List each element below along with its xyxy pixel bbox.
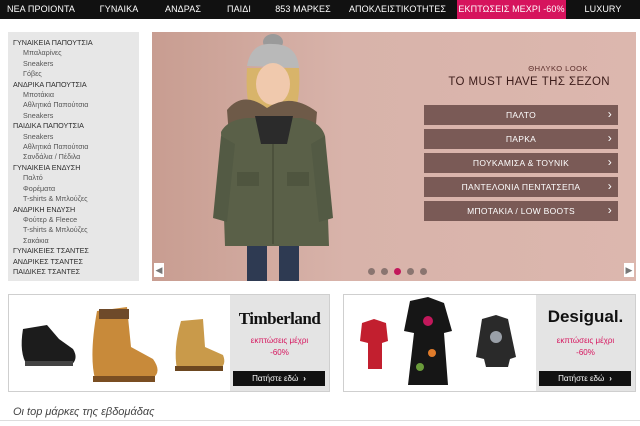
sidebar-item[interactable]: Μπαλαρίνες: [13, 48, 139, 58]
sidebar-item[interactable]: Αθλητικά Παπούτσια: [13, 100, 139, 110]
sidebar-cat-kids-shoes[interactable]: ΠΑΙΔΙΚΑ ΠΑΠΟΥΤΣΙΑ: [13, 121, 139, 131]
nav-kids[interactable]: ΠΑΙΔΙ: [210, 0, 268, 19]
promo-discount-value: -60%: [270, 348, 289, 357]
promo-panel: Timberland εκπτώσεις μέχρι -60% Πατήστε …: [230, 295, 329, 391]
sidebar-item[interactable]: Μποτάκια: [13, 90, 139, 100]
chevron-right-icon: ›: [607, 179, 612, 193]
nav-new-products[interactable]: ΝΕΑ ΠΡΟΙΟΝΤΑ: [0, 0, 82, 19]
nav-men[interactable]: ΑΝΔΡΑΣ: [156, 0, 210, 19]
model-photo: [213, 34, 333, 281]
weekly-brands-heading: Οι top μάρκες της εβδομάδας: [13, 406, 155, 418]
sidebar-item[interactable]: T-shirts & Μπλούζες: [13, 225, 139, 235]
promo-discount-text: εκπτώσεις μέχρι: [250, 336, 309, 345]
nav-luxury[interactable]: LUXURY: [566, 0, 640, 19]
category-sidebar: ΓΥΝΑΙΚΕΙΑ ΠΑΠΟΥΤΣΙΑ Μπαλαρίνες Sneakers …: [8, 32, 139, 281]
hero-tagline: ΘΗΛΥΚΟ LOOK: [528, 64, 588, 73]
chevron-right-icon: ›: [607, 203, 612, 217]
promo-cta-label: Πατήστε εδώ: [252, 374, 299, 383]
hero-button-label: ΠΑΝΤΕΛΟΝΙΑ ΠΕΝΤΑΤΣΕΠΑ: [461, 182, 581, 192]
sidebar-item[interactable]: T-shirts & Μπλούζες: [13, 194, 139, 204]
sidebar-item[interactable]: Σανδάλια / Πέδιλα: [13, 152, 139, 162]
hero-banner[interactable]: ΘΗΛΥΚΟ LOOK TO MUST HAVE ΤΗΣ ΣΕΖΟΝ ΠΑΛΤΟ…: [152, 32, 636, 281]
nav-brands[interactable]: 853 ΜΑΡΚΕΣ: [268, 0, 338, 19]
hero-button-label: ΠΟΥΚΑΜΙΣΑ & ΤΟΥΝΙΚ: [472, 158, 570, 168]
slider-dot[interactable]: [420, 268, 427, 275]
promo-cta-button[interactable]: Πατήστε εδώ ›: [539, 371, 631, 386]
sidebar-item[interactable]: Φορέματα: [13, 184, 139, 194]
hero-button-label: ΠΑΛΤΟ: [505, 110, 536, 120]
slider-next-arrow-icon[interactable]: ▶: [624, 263, 634, 277]
sidebar-item[interactable]: Φούτερ & Fleece: [13, 215, 139, 225]
sidebar-cat-men-shoes[interactable]: ΑΝΔΡΙΚΑ ΠΑΠΟΥΤΣΙΑ: [13, 80, 139, 90]
hero-button-parka[interactable]: ΠΑΡΚΑ ›: [424, 129, 618, 149]
sidebar-item[interactable]: Γόβες: [13, 69, 139, 79]
brand-logo-timberland: Timberland: [238, 309, 321, 328]
dresses-image: [360, 297, 516, 385]
sidebar-item[interactable]: Αθλητικά Παπούτσια: [13, 142, 139, 152]
top-navigation: ΝΕΑ ΠΡΟΙΟΝΤΑ ΓΥΝΑΙΚΑ ΑΝΔΡΑΣ ΠΑΙΔΙ 853 ΜΑ…: [0, 0, 640, 19]
promo-discount-text: εκπτώσεις μέχρι: [556, 336, 615, 345]
sidebar-item[interactable]: Sneakers: [13, 132, 139, 142]
brand-logo-desigual: Desigual.: [547, 307, 624, 326]
hero-button-label: ΠΑΡΚΑ: [505, 134, 537, 144]
chevron-right-icon: ›: [609, 374, 612, 383]
hero-button-label: ΜΠΟΤΑΚΙΑ / LOW BOOTS: [467, 206, 575, 216]
nav-exclusives[interactable]: ΑΠΟΚΛΕΙΣΤΙΚΟΤΗΤΕΣ: [338, 0, 457, 19]
hero-title: TO MUST HAVE ΤΗΣ ΣΕΖΟΝ: [448, 76, 610, 88]
chevron-right-icon: ›: [607, 131, 612, 145]
promo-discount-value: -60%: [576, 348, 595, 357]
sidebar-item[interactable]: Σακάκια: [13, 236, 139, 246]
hero-button-shirts[interactable]: ΠΟΥΚΑΜΙΣΑ & ΤΟΥΝΙΚ ›: [424, 153, 618, 173]
boots-image: [21, 307, 225, 382]
slider-prev-arrow-icon[interactable]: ◀: [154, 263, 164, 277]
sidebar-cat-men-bags[interactable]: ΑΝΔΡΙΚΕΣ ΤΣΑΝΤΕΣ: [13, 257, 139, 267]
nav-sale[interactable]: ΕΚΠΤΩΣΕΙΣ ΜΕΧΡΙ -60%: [457, 0, 566, 19]
promo-panel: Desigual. εκπτώσεις μέχρι -60% Πατήστε ε…: [536, 295, 635, 391]
chevron-right-icon: ›: [607, 107, 612, 121]
sidebar-item[interactable]: Παλτό: [13, 173, 139, 183]
sidebar-item[interactable]: Sneakers: [13, 111, 139, 121]
promo-timberland[interactable]: Timberland εκπτώσεις μέχρι -60% Πατήστε …: [8, 294, 330, 392]
chevron-right-icon: ›: [303, 374, 306, 383]
nav-women[interactable]: ΓΥΝΑΙΚΑ: [82, 0, 156, 19]
promo-cta-label: Πατήστε εδώ: [558, 374, 605, 383]
hero-button-coat[interactable]: ΠΑΛΤΟ ›: [424, 105, 618, 125]
divider: [0, 420, 640, 421]
sidebar-cat-women-bags[interactable]: ΓΥΝΑΙΚΕΙΕΣ ΤΣΑΝΤΕΣ: [13, 246, 139, 256]
promo-desigual[interactable]: Desigual. εκπτώσεις μέχρι -60% Πατήστε ε…: [343, 294, 636, 392]
sidebar-cat-women-clothing[interactable]: ΓΥΝΑΙΚΕΙΑ ΕΝΔΥΣΗ: [13, 163, 139, 173]
slider-dot-active[interactable]: [394, 268, 401, 275]
sidebar-cat-men-clothing[interactable]: ΑΝΔΡΙΚΗ ΕΝΔΥΣΗ: [13, 205, 139, 215]
hero-button-trousers[interactable]: ΠΑΝΤΕΛΟΝΙΑ ΠΕΝΤΑΤΣΕΠΑ ›: [424, 177, 618, 197]
slider-dots: [368, 268, 427, 275]
hero-button-boots[interactable]: ΜΠΟΤΑΚΙΑ / LOW BOOTS ›: [424, 201, 618, 221]
sidebar-cat-women-shoes[interactable]: ΓΥΝΑΙΚΕΙΑ ΠΑΠΟΥΤΣΙΑ: [13, 38, 139, 48]
sidebar-cat-kids-bags[interactable]: ΠΑΙΔΙΚΕΣ ΤΣΑΝΤΕΣ: [13, 267, 139, 277]
slider-dot[interactable]: [368, 268, 375, 275]
slider-dot[interactable]: [407, 268, 414, 275]
chevron-right-icon: ›: [607, 155, 612, 169]
slider-dot[interactable]: [381, 268, 388, 275]
sidebar-item[interactable]: Sneakers: [13, 59, 139, 69]
promo-cta-button[interactable]: Πατήστε εδώ ›: [233, 371, 325, 386]
